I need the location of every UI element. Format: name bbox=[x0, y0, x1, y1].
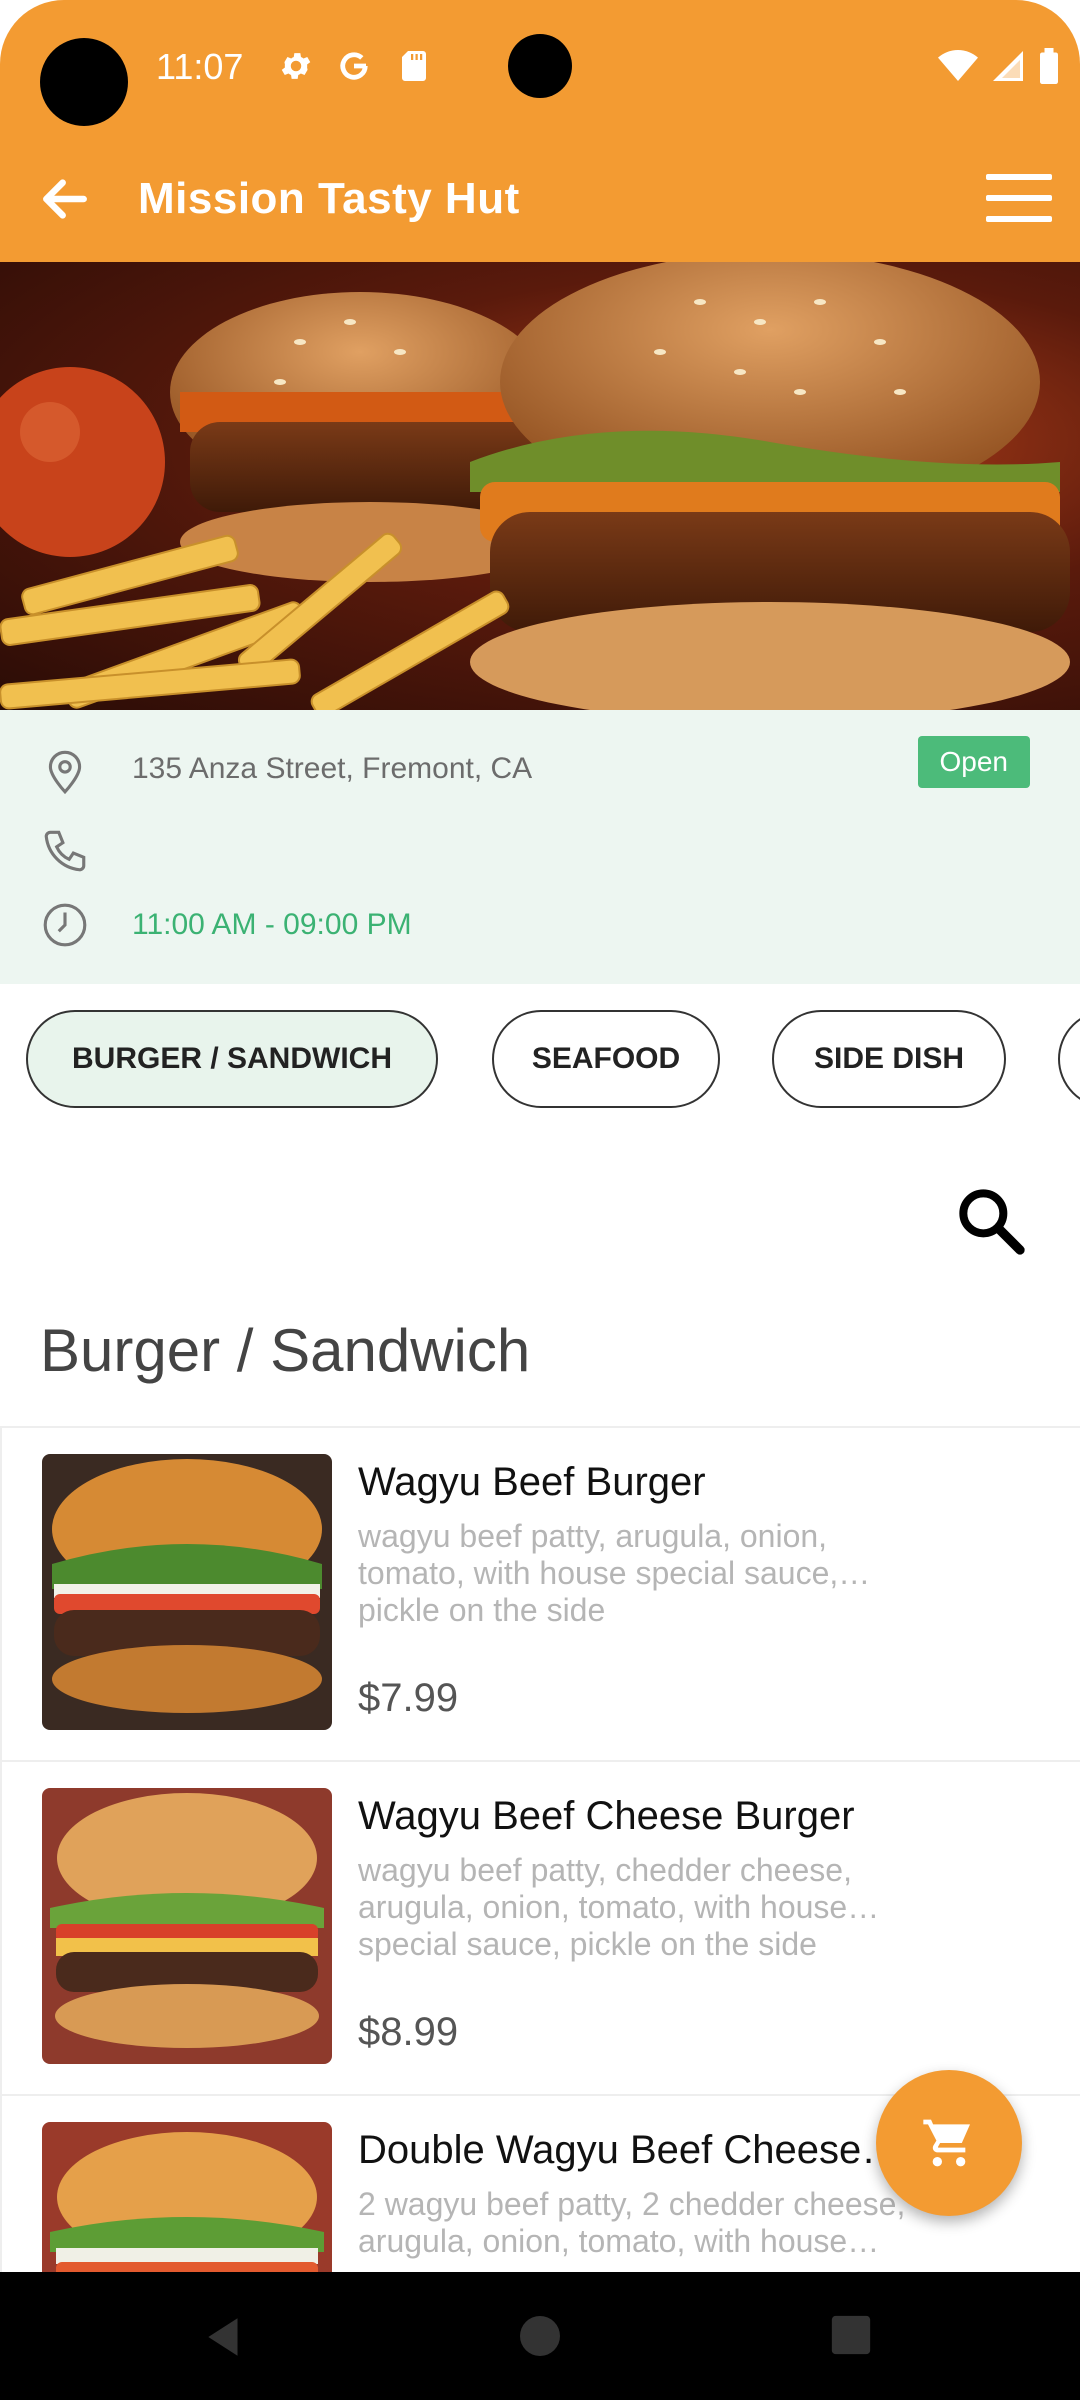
location-pin-icon bbox=[48, 750, 82, 795]
camera-cutout bbox=[40, 38, 128, 126]
item-name: Double Wagyu Beef Cheese… bbox=[358, 2128, 902, 2172]
item-image bbox=[42, 1454, 332, 1730]
item-price: $7.99 bbox=[358, 1676, 459, 1720]
hours-text: 11:00 AM - 09:00 PM bbox=[132, 908, 412, 941]
back-triangle-icon[interactable] bbox=[200, 2312, 250, 2362]
wifi-icon bbox=[938, 50, 978, 81]
header: 11:07 Mission Tasty Hut bbox=[0, 0, 1080, 262]
item-description: wagyu beef patty, arugula, onion, tomato… bbox=[358, 1518, 871, 1628]
address-row bbox=[40, 746, 90, 796]
category-tabs: BURGER / SANDWICH SEAFOOD SIDE DISH bbox=[0, 1010, 1080, 1110]
restaurant-info-card: 135 Anza Street, Fremont, CA Open 11:00 … bbox=[0, 710, 1080, 984]
hours-row bbox=[40, 900, 90, 950]
clock-icon bbox=[43, 903, 87, 947]
tab-burger-sandwich[interactable]: BURGER / SANDWICH bbox=[26, 1010, 438, 1108]
section-title: Burger / Sandwich bbox=[40, 1317, 531, 1384]
google-icon bbox=[340, 52, 368, 80]
back-button[interactable] bbox=[30, 164, 100, 234]
status-bar: 11:07 bbox=[0, 0, 1080, 134]
burger-photo bbox=[0, 262, 1070, 710]
camera-cutout bbox=[508, 34, 572, 98]
sd-card-icon bbox=[402, 51, 426, 81]
home-circle-icon[interactable] bbox=[516, 2312, 564, 2360]
phone-row[interactable] bbox=[40, 826, 90, 876]
cart-button[interactable] bbox=[876, 2070, 1022, 2216]
menu-item[interactable]: Wagyu Beef Cheese Burger wagyu beef patt… bbox=[0, 1762, 1080, 2096]
page-title: Mission Tasty Hut bbox=[138, 174, 520, 223]
phone-icon bbox=[44, 830, 86, 872]
item-description: wagyu beef patty, chedder cheese, arugul… bbox=[358, 1852, 880, 1962]
app-bar: Mission Tasty Hut bbox=[0, 134, 1080, 262]
search-icon[interactable] bbox=[950, 1180, 1030, 1260]
restaurant-hero-image bbox=[0, 262, 1080, 710]
signal-icon bbox=[993, 51, 1023, 81]
status-time: 11:07 bbox=[156, 46, 244, 87]
tab-side-dish[interactable]: SIDE DISH bbox=[772, 1010, 1006, 1108]
battery-icon bbox=[1040, 48, 1058, 84]
hamburger-menu-icon[interactable] bbox=[986, 168, 1052, 228]
menu-item[interactable]: Wagyu Beef Burger wagyu beef patty, arug… bbox=[0, 1428, 1080, 1762]
status-icons bbox=[938, 48, 1060, 84]
item-name: Wagyu Beef Burger bbox=[358, 1460, 706, 1504]
item-image bbox=[42, 1788, 332, 2064]
status-badge: Open bbox=[917, 736, 1030, 788]
cart-icon bbox=[923, 2119, 970, 2167]
gear-icon bbox=[281, 53, 311, 79]
system-nav-bar bbox=[0, 2272, 1080, 2400]
item-price: $8.99 bbox=[358, 2010, 459, 2054]
tab-more[interactable] bbox=[1058, 1010, 1080, 1108]
tab-seafood[interactable]: SEAFOOD bbox=[492, 1010, 720, 1108]
item-name: Wagyu Beef Cheese Burger bbox=[358, 1794, 855, 1838]
arrow-left-icon bbox=[43, 179, 87, 219]
item-description: 2 wagyu beef patty, 2 chedder cheese, ar… bbox=[358, 2186, 906, 2259]
address-text: 135 Anza Street, Fremont, CA bbox=[132, 752, 533, 785]
recents-square-icon[interactable] bbox=[828, 2312, 874, 2358]
